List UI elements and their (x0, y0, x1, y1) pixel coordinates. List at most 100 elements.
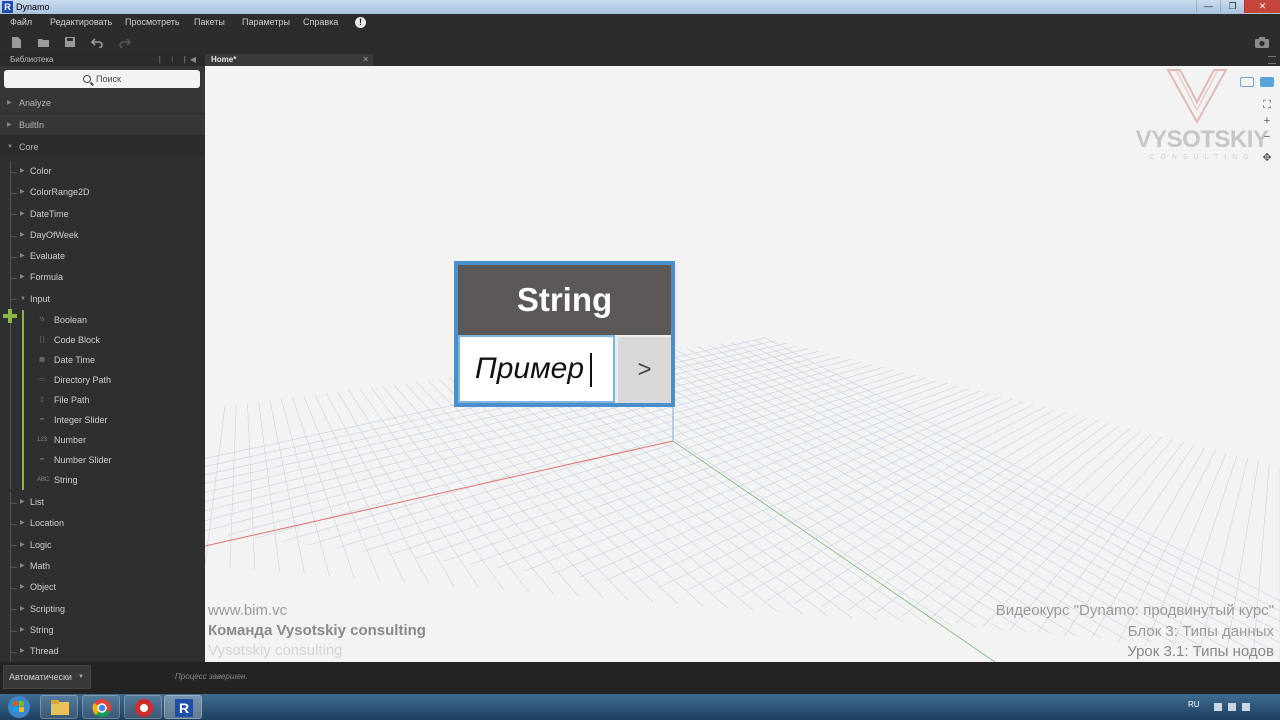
subcategory-location[interactable]: ▶ Location (0, 513, 205, 535)
open-icon[interactable] (36, 36, 50, 50)
number-icon: 123 (37, 437, 48, 444)
tabs-menu-icon[interactable] (1268, 56, 1276, 64)
save-icon[interactable] (63, 36, 77, 50)
menu-settings[interactable]: Параметры (242, 17, 290, 27)
chevron-down-icon: ▼ (7, 144, 13, 150)
subcategory-input[interactable]: ▼ Input (0, 288, 205, 311)
run-mode-dropdown[interactable]: Автоматически ▼ (3, 665, 91, 689)
redo-icon[interactable] (117, 36, 131, 50)
menu-file[interactable]: Файл (10, 17, 32, 27)
chevron-right-icon: ▶ (20, 648, 25, 655)
menu-view[interactable]: Просмотреть (125, 17, 180, 27)
output-port[interactable]: > (618, 337, 671, 403)
slider-icon: ━ (40, 457, 44, 464)
language-indicator[interactable]: RU (1188, 700, 1200, 709)
node-item-number-slider[interactable]: ━ Number Slider (0, 450, 205, 471)
category-core[interactable]: ▼ Core (0, 136, 205, 158)
status-bar: Автоматически ▼ Процесс завершен. (0, 662, 1280, 694)
subcategory-dayofweek[interactable]: ▶ DayOfWeek (0, 224, 205, 247)
category-analyze[interactable]: ▶ Analyze (0, 92, 205, 114)
node-item-label: Boolean (54, 315, 88, 326)
subcategory-label: Location (30, 518, 65, 529)
slider-icon: ━ (40, 417, 44, 424)
watermark-block: Блок 3: Типы данных (1127, 623, 1274, 640)
undo-icon[interactable] (90, 36, 104, 50)
close-button[interactable]: ✕ (1244, 0, 1280, 13)
core-subcategories: ▶ Color ▶ ColorRange2D ▶ DateTime ▶ DayOfWee… (0, 158, 205, 662)
new-file-icon[interactable] (9, 36, 23, 50)
node-item-file-path[interactable]: ▯ File Path (0, 390, 205, 411)
add-node-plus-icon[interactable] (3, 309, 17, 323)
pan-icon[interactable]: ✥ (1262, 153, 1272, 164)
node-item-label: Integer Slider (54, 415, 108, 426)
subcategory-list[interactable]: ▶ List (0, 492, 205, 514)
svg-text:R: R (179, 700, 189, 716)
subcategory-formula[interactable]: ▶ Formula (0, 267, 205, 289)
string-value-input[interactable]: Пример (458, 335, 615, 403)
menu-packages[interactable]: Пакеты (194, 17, 225, 27)
chevron-right-icon: ▶ (20, 499, 25, 506)
zoom-fit-icon[interactable]: ⛶ (1262, 100, 1272, 111)
node-title[interactable]: String (458, 265, 671, 335)
category-builtin[interactable]: ▶ BuiltIn (0, 114, 205, 136)
menu-bar: Файл Редактировать Просмотреть Пакеты Па… (0, 14, 1280, 32)
subcategory-object[interactable]: ▶ Object (0, 577, 205, 599)
recorder-taskbar-icon[interactable] (124, 695, 162, 719)
menu-edit[interactable]: Редактировать (50, 17, 112, 27)
library-header: Библиотека | ⁝ |◀ (0, 54, 205, 66)
tray-network-icon[interactable] (1228, 703, 1236, 711)
watermark-vc: Vysotskiy consulting (208, 642, 343, 659)
subcategory-string[interactable]: ▶ String (0, 619, 205, 642)
library-header-controls[interactable]: | ⁝ |◀ (159, 54, 200, 66)
chevron-right-icon: ▶ (7, 122, 12, 128)
library-search-input[interactable]: Поиск (4, 70, 200, 88)
start-button[interactable] (2, 695, 36, 719)
node-item-string[interactable]: ABC String (0, 470, 205, 491)
node-item-number[interactable]: 123 Number (0, 430, 205, 451)
node-item-integer-slider[interactable]: ━ Integer Slider (0, 410, 205, 431)
subcategory-scripting[interactable]: ▶ Scripting (0, 598, 205, 620)
zoom-in-icon[interactable]: + (1262, 116, 1272, 127)
background-3d-toggle[interactable] (1260, 77, 1274, 87)
zoom-out-icon[interactable]: − (1262, 132, 1272, 143)
maximize-button[interactable]: ❐ (1220, 0, 1244, 13)
file-icon: ▯ (40, 397, 44, 404)
chrome-taskbar-icon[interactable] (82, 695, 120, 719)
node-item-directory-path[interactable]: ▭ Directory Path (0, 370, 205, 391)
revit-taskbar-icon[interactable]: R (164, 695, 202, 719)
node-item-code-block[interactable]: [ ] Code Block (0, 330, 205, 351)
menu-help[interactable]: Справка (303, 17, 338, 27)
graph-view-toggle[interactable] (1240, 77, 1254, 87)
info-icon[interactable]: ! (355, 17, 366, 28)
minimize-button[interactable]: — (1196, 0, 1220, 13)
run-status-text: Процесс завершен. (175, 672, 248, 681)
search-icon (83, 75, 92, 83)
node-item-boolean[interactable]: ½ Boolean (0, 310, 205, 331)
vysotskiy-logo: VYSOTSKIY CONSULTING (1132, 69, 1272, 176)
subcategory-evaluate[interactable]: ▶ Evaluate (0, 246, 205, 268)
watermark-site: www.bim.vc (208, 602, 288, 619)
subcategory-color[interactable]: ▶ Color (0, 161, 205, 183)
watermark-team: Команда Vysotskiy consulting (208, 622, 426, 639)
subcategory-colorrange2d[interactable]: ▶ ColorRange2D (0, 182, 205, 204)
tray-volume-icon[interactable] (1242, 703, 1250, 711)
subcategory-math[interactable]: ▶ Math (0, 555, 205, 578)
tray-flag-icon[interactable] (1214, 703, 1222, 711)
subcategory-label: Color (30, 166, 52, 176)
subcategory-label: Evaluate (30, 251, 66, 262)
logo-brand-text: VYSOTSKIY (1135, 126, 1269, 153)
workspace-canvas[interactable]: VYSOTSKIY CONSULTING ⛶ + − ✥ String Прим… (205, 66, 1280, 662)
explorer-taskbar-icon[interactable] (40, 695, 78, 719)
string-node[interactable]: String Пример > (454, 261, 675, 407)
run-mode-value: Автоматически (9, 672, 72, 682)
subcategory-label: ColorRange2D (30, 187, 90, 198)
tab-home[interactable]: Home* ✕ (205, 54, 373, 66)
subcategory-thread[interactable]: ▶ Thread (0, 641, 205, 662)
subcategory-datetime[interactable]: ▶ DateTime (0, 203, 205, 225)
chevron-right-icon: ▶ (7, 100, 12, 106)
toolbar (0, 32, 1280, 54)
close-icon[interactable]: ✕ (362, 54, 369, 66)
subcategory-logic[interactable]: ▶ Logic (0, 534, 205, 556)
camera-icon[interactable] (1254, 36, 1270, 49)
node-item-date-time[interactable]: ▦ Date Time (0, 350, 205, 371)
